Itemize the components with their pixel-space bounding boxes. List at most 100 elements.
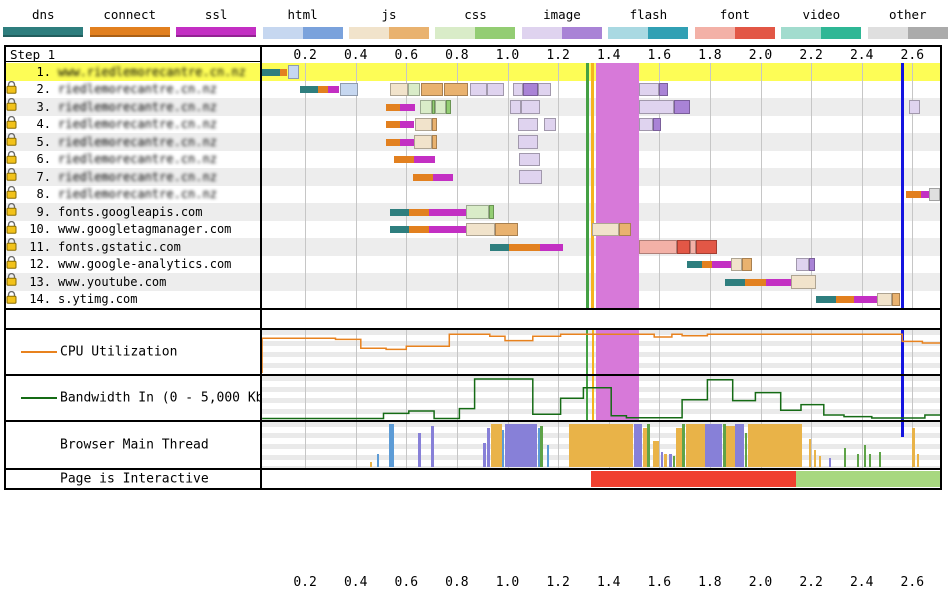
legend-swatch-css-icon — [435, 27, 515, 39]
legend-label: video — [802, 7, 840, 22]
legend-item-video: video — [778, 0, 864, 45]
gridline — [406, 422, 407, 468]
main-thread-paint-bar — [540, 426, 543, 467]
main-thread-layout-bar — [505, 424, 537, 467]
legend-label: connect — [103, 7, 156, 22]
tick-label: 2.2 — [794, 47, 828, 64]
request-ssl-segment — [540, 244, 563, 251]
request-connect-segment — [745, 279, 765, 286]
swatch-light — [868, 27, 908, 39]
row-domain-link[interactable]: riedlemorecantre.cn.nz — [58, 187, 217, 201]
tick-label: 0.6 — [389, 574, 423, 591]
request-connect-segment — [702, 261, 712, 268]
main-thread-script-bar — [686, 424, 705, 467]
request-image-block — [674, 100, 689, 114]
gridline — [305, 422, 306, 468]
lock-icon — [6, 256, 17, 269]
row-number: 12. — [25, 257, 51, 271]
legend-label: css — [464, 7, 487, 22]
row-domain-link[interactable]: riedlemorecantre.cn.nz — [58, 82, 217, 96]
request-image-block — [653, 118, 661, 132]
waterfall-plot — [262, 63, 940, 308]
request-image-block — [518, 118, 538, 132]
legend-swatch-font-icon — [695, 27, 775, 39]
tick-label: 1.4 — [592, 574, 626, 591]
row-domain-link[interactable]: www.googletagmanager.com — [58, 222, 231, 236]
main-thread-script-bar — [809, 439, 812, 467]
request-connect-segment — [386, 121, 400, 128]
swatch-dark — [562, 27, 602, 39]
request-js-block — [415, 118, 431, 132]
legend-label: js — [382, 7, 397, 22]
row-domain-link[interactable]: riedlemorecantre.cn.nz — [58, 117, 217, 131]
gridline — [558, 63, 559, 308]
request-css-block — [466, 205, 489, 219]
request-image-block — [639, 100, 674, 114]
request-connect-segment — [836, 296, 854, 303]
main-thread-layout-bar — [634, 424, 642, 467]
row-domain-link[interactable]: www.youtube.com — [58, 275, 166, 289]
lock-icon — [6, 203, 17, 216]
lock-icon — [6, 116, 17, 129]
tick-label: 0.8 — [440, 47, 474, 64]
legend-item-dns: dns — [0, 0, 86, 45]
request-ssl-segment — [400, 139, 414, 146]
row-domain-link[interactable]: riedlemorecantre.cn.nz — [58, 100, 217, 114]
main-thread-section-label: Browser Main Thread — [60, 438, 209, 453]
bandwidth-legend-line-icon — [21, 397, 57, 399]
row-domain-link[interactable]: www.google-analytics.com — [58, 257, 231, 271]
separator — [6, 420, 940, 422]
tick-label: 1.4 — [592, 47, 626, 64]
request-image-block — [544, 118, 555, 132]
main-thread-script-bar — [664, 454, 667, 467]
tick-label: 1.0 — [491, 574, 525, 591]
webpagetest-waterfall-page: { "step_label": "Step_1", "axis_ticks": … — [0, 0, 951, 499]
tick-label: 0.4 — [339, 574, 373, 591]
time-axis-middle: 0.20.40.60.81.01.21.41.61.82.02.22.42.6 — [6, 310, 940, 328]
request-js-block — [466, 223, 495, 237]
request-ssl-segment — [712, 261, 731, 268]
event-marker-line — [586, 63, 589, 308]
row-domain-link[interactable]: riedlemorecantre.cn.nz — [58, 152, 217, 166]
request-connect-segment — [409, 226, 429, 233]
request-ssl-segment — [400, 104, 415, 111]
legend-swatch-connect-icon — [90, 27, 170, 37]
request-dns-segment — [687, 261, 702, 268]
cpu-utilization-chart — [262, 330, 940, 374]
legend: dnsconnectsslhtmljscssimageflashfontvide… — [0, 0, 951, 45]
request-ssl-segment — [854, 296, 877, 303]
main-thread-layout-bar — [418, 433, 421, 467]
row-domain-link[interactable]: fonts.googleapis.com — [58, 205, 203, 219]
request-js-block — [421, 83, 443, 97]
row-number: 7. — [25, 170, 51, 184]
legend-swatch-image-icon — [522, 27, 602, 39]
request-ssl-segment — [328, 86, 339, 93]
row-domain-link[interactable]: riedlemorecantre.cn.nz — [58, 170, 217, 184]
row-domain-link[interactable]: fonts.gstatic.com — [58, 240, 181, 254]
request-dns-segment — [300, 86, 318, 93]
legend-item-css: css — [432, 0, 518, 45]
gridline — [558, 422, 559, 468]
gridline — [761, 63, 762, 308]
request-image-block — [470, 83, 488, 97]
cpu-label-cell: CPU Utilization — [6, 330, 260, 374]
row-domain-link[interactable]: riedlemorecantre.cn.nz — [58, 135, 217, 149]
request-css-block — [435, 100, 445, 114]
request-ssl-segment — [400, 121, 414, 128]
request-font-block — [639, 240, 677, 254]
main-thread-paint-bar — [723, 424, 726, 467]
row-domain-link[interactable]: www.riedlemorecantre.cn.nz — [58, 65, 246, 79]
request-js-block — [791, 275, 816, 289]
request-connect-segment — [386, 139, 400, 146]
row-domain-link[interactable]: s.ytimg.com — [58, 292, 137, 306]
gridline — [862, 63, 863, 308]
main-thread-label-cell: Browser Main Thread — [6, 422, 260, 468]
request-other-block — [929, 188, 940, 202]
gridline — [862, 422, 863, 468]
main-thread-script-bar — [491, 424, 502, 467]
tick-label: 2.0 — [744, 47, 778, 64]
row-number: 9. — [25, 205, 51, 219]
request-connect-segment — [280, 69, 288, 76]
main-thread-script-bar — [370, 462, 372, 467]
request-js-block — [432, 135, 437, 149]
